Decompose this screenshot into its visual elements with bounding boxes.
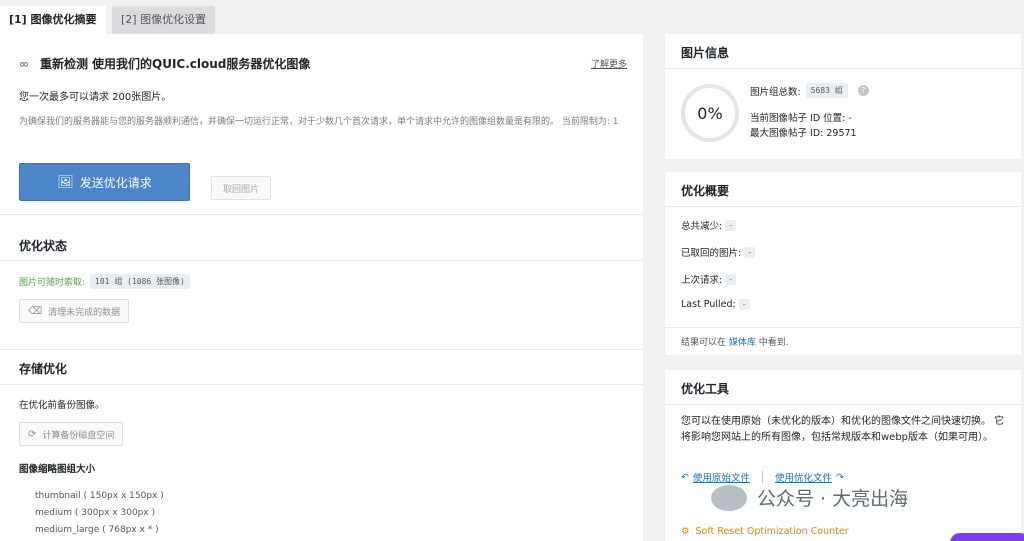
use-original-link[interactable]: 使用原始文件 [693,470,750,484]
divider [0,349,643,350]
thumb-size: thumbnail ( 150px x 150px ) [35,491,164,501]
divider [0,384,643,385]
total-groups-label: 图片组总数: [750,86,801,98]
send-button-label: 发送优化请求 [79,175,152,190]
tab-bar: [1] 图像优化摘要 [2] 图像优化设置 [0,0,1024,34]
calc-backup-button[interactable]: ⟳ 计算备份磁盘空间 [19,422,124,446]
summary-row: 已取回的图片: - [681,245,756,259]
summary-value: - [725,273,737,285]
total-groups-badge: 5683 组 [805,83,848,98]
results-note: 结果可以在 媒体库 中看到. [681,335,789,348]
eraser-icon: ⌫ [28,305,43,317]
pullable-badge: 101 组 (1086 张图像) [90,274,190,289]
learn-more-link[interactable]: 了解更多 [591,57,627,70]
help-icon[interactable]: ? [857,85,869,96]
summary-row: Last Pulled: - [681,299,750,310]
thumb-size: medium ( 300px x 300px ) [35,508,156,518]
tools-description: 您可以在使用原始（未优化的版本）和优化的图像文件之间快速切换。 它将影响您网站上… [681,416,1005,443]
progress-percent: 0% [697,103,723,123]
calc-button-label: 计算备份磁盘空间 [42,430,115,441]
media-library-link[interactable]: 媒体库 [729,338,756,348]
optimization-tools-box: 优化工具 您可以在使用原始（未优化的版本）和优化的图像文件之间快速切换。 它将影… [665,370,1021,541]
image-info-title: 图片信息 [681,46,730,60]
divider [0,214,643,215]
undo-icon: ↶ [681,471,689,483]
clean-incomplete-button[interactable]: ⌫ 清理未完成的数据 [19,299,130,323]
current-post-id: 当前图像帖子 ID 位置: - [750,113,852,124]
use-optimized-link[interactable]: 使用优化文件 [775,470,832,484]
limit-note: 为确保我们的服务器能与您的服务器顺利通信，并确保一切运行正常，对于少数几个首次请… [19,117,619,127]
pullable-row: 图片可随时索取: 101 组 (1086 张图像) [19,274,190,289]
summary-title: 优化概要 [681,184,730,198]
tools-title: 优化工具 [681,382,730,396]
main-panel: ∞ 重新检测 使用我们的QUIC.cloud服务器优化图像 了解更多 您一次最多… [0,34,643,541]
progress-circle: 0% [681,84,739,142]
optimization-summary-box: 优化概要 总共减少: - 已取回的图片: - 上次请求: - Last Pull… [665,172,1021,355]
redo-icon: ↷ [836,471,844,483]
max-post-id: 最大图像帖子 ID: 29571 [750,128,857,139]
backup-text: 在优化前备份图像。 [19,400,105,411]
summary-value: - [738,299,750,310]
results-prefix: 结果可以在 [681,338,727,348]
floating-widget[interactable] [950,533,1024,541]
tab-settings[interactable]: [2] 图像优化设置 [112,6,216,34]
divider [665,404,1021,405]
watermark-text: 公众号 · 大亮出海 [757,488,909,510]
summary-label: 总共减少: [681,221,723,232]
wechat-logo-icon [711,484,747,511]
link-icon: ∞ [19,56,29,71]
thumb-size: medium_large ( 768px x * ) [35,525,159,535]
divider [665,68,1021,69]
divider [0,260,643,261]
headline: 使用我们的QUIC.cloud服务器优化图像 [92,57,311,71]
summary-value: - [725,219,737,231]
watermark: 公众号 · 大亮出海 [711,484,908,511]
summary-row: 总共减少: - [681,218,737,232]
soft-reset-link[interactable]: ⚙ Soft Reset Optimization Counter [681,526,849,537]
separator [761,471,763,483]
pullable-label: 图片可随时索取: [19,278,86,288]
summary-label: 上次请求: [681,275,723,286]
thumb-title: 图像缩略图组大小 [19,464,96,475]
refresh-icon: ⟳ [28,428,37,440]
summary-value: - [744,246,756,258]
total-groups-row: 图片组总数: 5683 组 ? [750,83,869,98]
rescan-row: ∞ 重新检测 使用我们的QUIC.cloud服务器优化图像 [19,55,310,72]
clean-button-label: 清理未完成的数据 [48,307,121,318]
image-icon: 🖼 [57,174,74,190]
max-request-text: 您一次最多可以请求 200张图片。 [19,92,172,103]
tool-links-row: ↶ 使用原始文件 使用优化文件 ↷ [681,470,844,484]
summary-row: 上次请求: - [681,272,737,286]
tab-summary[interactable]: [1] 图像优化摘要 [0,6,106,34]
divider [665,327,1021,328]
divider [665,206,1021,207]
results-suffix: 中看到. [758,338,789,348]
rescan-link[interactable]: 重新检测 [40,55,88,72]
status-title: 优化状态 [19,239,68,253]
pull-images-button[interactable]: 取回图片 [211,176,271,200]
soft-reset-label: Soft Reset Optimization Counter [695,526,849,537]
summary-label: 已取回的图片: [681,248,742,259]
summary-label: Last Pulled: [681,299,736,310]
image-info-box: 图片信息 0% 图片组总数: 5683 组 ? 当前图像帖子 ID 位置: - … [665,34,1021,159]
send-optimization-button[interactable]: 🖼 发送优化请求 [19,163,190,201]
gear-icon: ⚙ [681,526,690,537]
storage-title: 存储优化 [19,362,68,376]
